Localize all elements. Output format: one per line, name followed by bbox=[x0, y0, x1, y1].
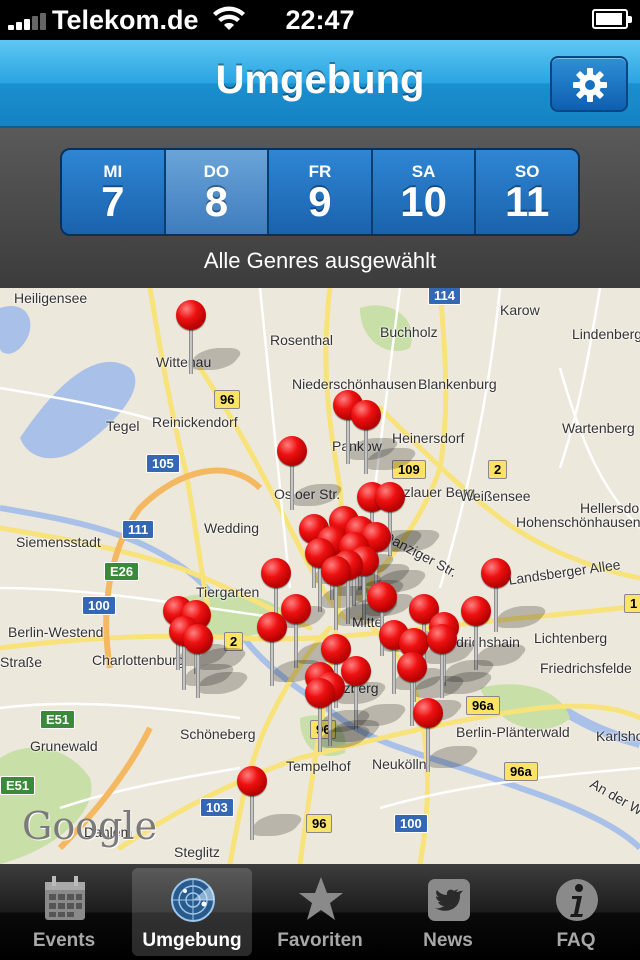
tab-bar: Events Umgebung Favoriten News FAQ bbox=[0, 864, 640, 960]
day-number: 7 bbox=[101, 178, 125, 225]
star-icon bbox=[299, 877, 343, 920]
road-shield: 2 bbox=[488, 460, 508, 479]
road-shield: 100 bbox=[394, 814, 428, 833]
map-label: Wartenberg bbox=[562, 420, 635, 436]
radar-icon bbox=[171, 878, 215, 922]
road-shield: 111 bbox=[122, 520, 155, 539]
map-label: Lichtenberg bbox=[534, 630, 608, 646]
day-selector: MI 7 DO 8 FR 9 SA 10 SO 11 bbox=[60, 148, 580, 236]
page-title: Umgebung bbox=[215, 58, 425, 102]
event-pin[interactable] bbox=[302, 678, 376, 752]
map-label: Weißensee bbox=[460, 488, 531, 504]
tab-favoriten[interactable]: Favoriten bbox=[260, 868, 380, 956]
google-logo: Google bbox=[22, 804, 158, 848]
map-label: Grunewald bbox=[30, 738, 98, 754]
road-shield: 96a bbox=[466, 696, 500, 715]
navigation-bar: Umgebung bbox=[0, 40, 640, 128]
tab-label: Umgebung bbox=[142, 930, 242, 951]
day-button-so[interactable]: SO 11 bbox=[476, 150, 578, 234]
map-label: Berlin-Westend bbox=[8, 624, 104, 640]
tab-faq[interactable]: FAQ bbox=[516, 868, 636, 956]
map-label: Buchholz bbox=[380, 324, 438, 340]
map-label: Steglitz bbox=[174, 844, 220, 860]
map-label: Hellersdorf bbox=[580, 500, 640, 516]
map-label: Blankenburg bbox=[418, 376, 497, 392]
event-pin[interactable] bbox=[274, 436, 348, 510]
battery-icon bbox=[592, 9, 632, 29]
road-shield: 114 bbox=[428, 288, 461, 305]
tab-label: News bbox=[423, 930, 473, 951]
status-bar: Telekom.de 22:47 bbox=[0, 0, 640, 40]
day-number: 9 bbox=[308, 178, 332, 225]
event-pin[interactable] bbox=[410, 698, 484, 772]
map-label: Heinersdorf bbox=[392, 430, 465, 446]
road-shield: 1 bbox=[624, 594, 640, 613]
map-label: Karlshorst bbox=[596, 728, 640, 744]
clock: 22:47 bbox=[285, 5, 355, 35]
date-selector-area: MI 7 DO 8 FR 9 SA 10 SO 11 Alle Genres a… bbox=[0, 128, 640, 288]
day-button-sa[interactable]: SA 10 bbox=[372, 150, 477, 234]
info-icon bbox=[556, 879, 598, 921]
gear-icon bbox=[573, 68, 607, 102]
genre-filter-label[interactable]: Alle Genres ausgewählt bbox=[0, 248, 640, 274]
map-view[interactable]: Heiligensee Wittenau Rosenthal Buchholz … bbox=[0, 288, 640, 864]
event-pin[interactable] bbox=[234, 766, 308, 840]
event-pin[interactable] bbox=[318, 556, 392, 630]
map-label: Hohenschönhausen bbox=[516, 514, 640, 530]
map-label: Karow bbox=[500, 302, 540, 318]
map-label: Friedrichsfelde bbox=[540, 660, 632, 676]
map-label: Tiergarten bbox=[196, 584, 260, 600]
tab-label: Events bbox=[32, 930, 96, 951]
road-shield: 103 bbox=[200, 798, 234, 817]
road-shield: 105 bbox=[146, 454, 180, 473]
road-shield: 96 bbox=[214, 390, 241, 409]
tab-news[interactable]: News bbox=[388, 868, 508, 956]
event-pin[interactable] bbox=[348, 400, 422, 474]
event-pin[interactable] bbox=[173, 300, 247, 374]
event-pin[interactable] bbox=[180, 624, 254, 698]
event-pin[interactable] bbox=[254, 612, 328, 686]
road-shield: 100 bbox=[82, 596, 116, 615]
map-label: Tempelhof bbox=[286, 758, 351, 774]
settings-button[interactable] bbox=[550, 56, 628, 112]
twitter-bird-icon bbox=[428, 879, 470, 921]
map-label: Siemensstadt bbox=[16, 534, 101, 550]
road-shield: 96 bbox=[306, 814, 333, 833]
map-label: Reinickendorf bbox=[152, 414, 238, 430]
map-label: Heiligensee bbox=[14, 290, 88, 306]
map-label: Straße bbox=[0, 654, 43, 670]
day-button-mi[interactable]: MI 7 bbox=[62, 150, 166, 234]
map-label: Wedding bbox=[204, 520, 260, 536]
tab-label: FAQ bbox=[556, 930, 596, 951]
day-number: 8 bbox=[204, 178, 229, 225]
calendar-icon bbox=[45, 876, 85, 920]
map-label: Lindenberg bbox=[572, 326, 640, 342]
map-label: Schöneberg bbox=[180, 726, 256, 742]
day-button-fr[interactable]: FR 9 bbox=[269, 150, 373, 234]
day-button-do[interactable]: DO 8 bbox=[165, 150, 270, 234]
road-shield: E51 bbox=[0, 776, 36, 795]
tab-label: Favoriten bbox=[277, 930, 363, 951]
tab-events[interactable]: Events bbox=[4, 868, 124, 956]
day-number: 11 bbox=[504, 178, 550, 225]
event-pin[interactable] bbox=[458, 596, 532, 670]
map-label: Rosenthal bbox=[270, 332, 334, 348]
road-shield: 96a bbox=[504, 762, 538, 781]
road-shield: E26 bbox=[104, 562, 140, 581]
map-label: Berlin-Plänterwald bbox=[456, 724, 570, 740]
map-label: Tegel bbox=[106, 418, 140, 434]
tab-umgebung[interactable]: Umgebung bbox=[132, 868, 252, 956]
road-shield: E51 bbox=[40, 710, 76, 729]
day-number: 10 bbox=[400, 178, 447, 225]
